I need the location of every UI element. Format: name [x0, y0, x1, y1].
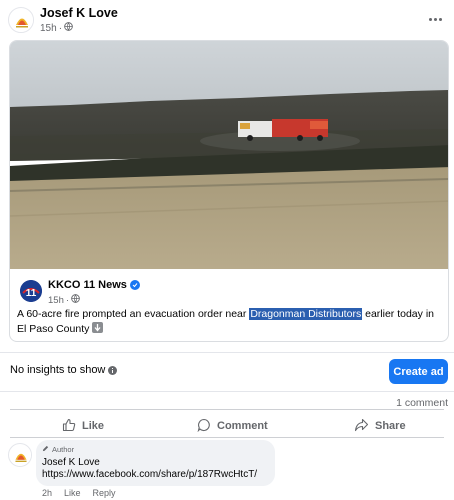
comment-button[interactable]: Comment	[197, 415, 268, 437]
divider	[0, 391, 454, 392]
shared-post-text: A 60-acre fire prompted an evacuation or…	[17, 308, 434, 335]
down-arrow-emoji-icon	[92, 322, 104, 333]
globe-icon	[71, 294, 80, 306]
post-time[interactable]: 15h	[40, 23, 57, 34]
comment-bubble: Author Josef K Love https://www.facebook…	[36, 440, 275, 486]
divider	[0, 352, 454, 353]
share-arrow-icon	[354, 418, 369, 435]
share-button[interactable]: Share	[354, 415, 406, 437]
thumbs-up-icon	[62, 418, 76, 435]
svg-text:11: 11	[26, 288, 37, 299]
post-meta: 15h ·	[40, 22, 73, 34]
comment-link[interactable]: https://www.facebook.com/share/p/187RwcH…	[42, 469, 257, 480]
comment-reply-button[interactable]: Reply	[93, 488, 116, 498]
shared-post-card[interactable]: 11 KKCO 11 News 15h · A 60-acre fire pro…	[9, 40, 449, 342]
highlighted-text[interactable]: Dragonman Distributors	[249, 308, 363, 320]
comment-bubble-icon	[197, 418, 211, 435]
insights-status: No insights to show	[10, 364, 118, 376]
comment-actions: 2h Like Reply	[42, 488, 116, 498]
pencil-icon	[42, 445, 49, 454]
comment-label: Comment	[217, 420, 268, 432]
post-author-name[interactable]: Josef K Love	[40, 6, 118, 20]
more-dot-icon	[428, 17, 432, 21]
more-options-button[interactable]	[426, 12, 444, 26]
divider	[10, 437, 444, 438]
news-page-logo[interactable]: 11	[20, 280, 42, 302]
author-badge: Author	[42, 445, 74, 454]
verified-badge-icon	[129, 280, 140, 290]
comment-count[interactable]: 1 comment	[396, 397, 448, 409]
post-header: Josef K Love 15h ·	[0, 0, 454, 40]
share-label: Share	[375, 420, 406, 432]
comment-like-button[interactable]: Like	[64, 488, 81, 498]
shared-post-time[interactable]: 15h	[48, 295, 64, 306]
shared-page-name[interactable]: KKCO 11 News	[48, 279, 140, 291]
author-avatar[interactable]	[8, 7, 34, 33]
like-label: Like	[82, 420, 105, 432]
more-dot-icon	[438, 17, 442, 21]
divider	[10, 409, 444, 410]
commenter-avatar[interactable]	[8, 443, 32, 467]
create-ad-button[interactable]: Create ad	[389, 359, 448, 384]
globe-icon	[64, 22, 73, 34]
comment-author-name[interactable]: Josef K Love	[42, 457, 100, 468]
info-icon[interactable]	[108, 365, 118, 375]
page-name-label[interactable]: KKCO 11 News	[48, 279, 127, 291]
like-button[interactable]: Like	[62, 415, 104, 437]
shared-post-meta: 15h ·	[48, 294, 80, 306]
comment-time[interactable]: 2h	[42, 488, 52, 498]
more-dot-icon	[433, 17, 437, 21]
shared-post-image[interactable]	[10, 41, 448, 269]
